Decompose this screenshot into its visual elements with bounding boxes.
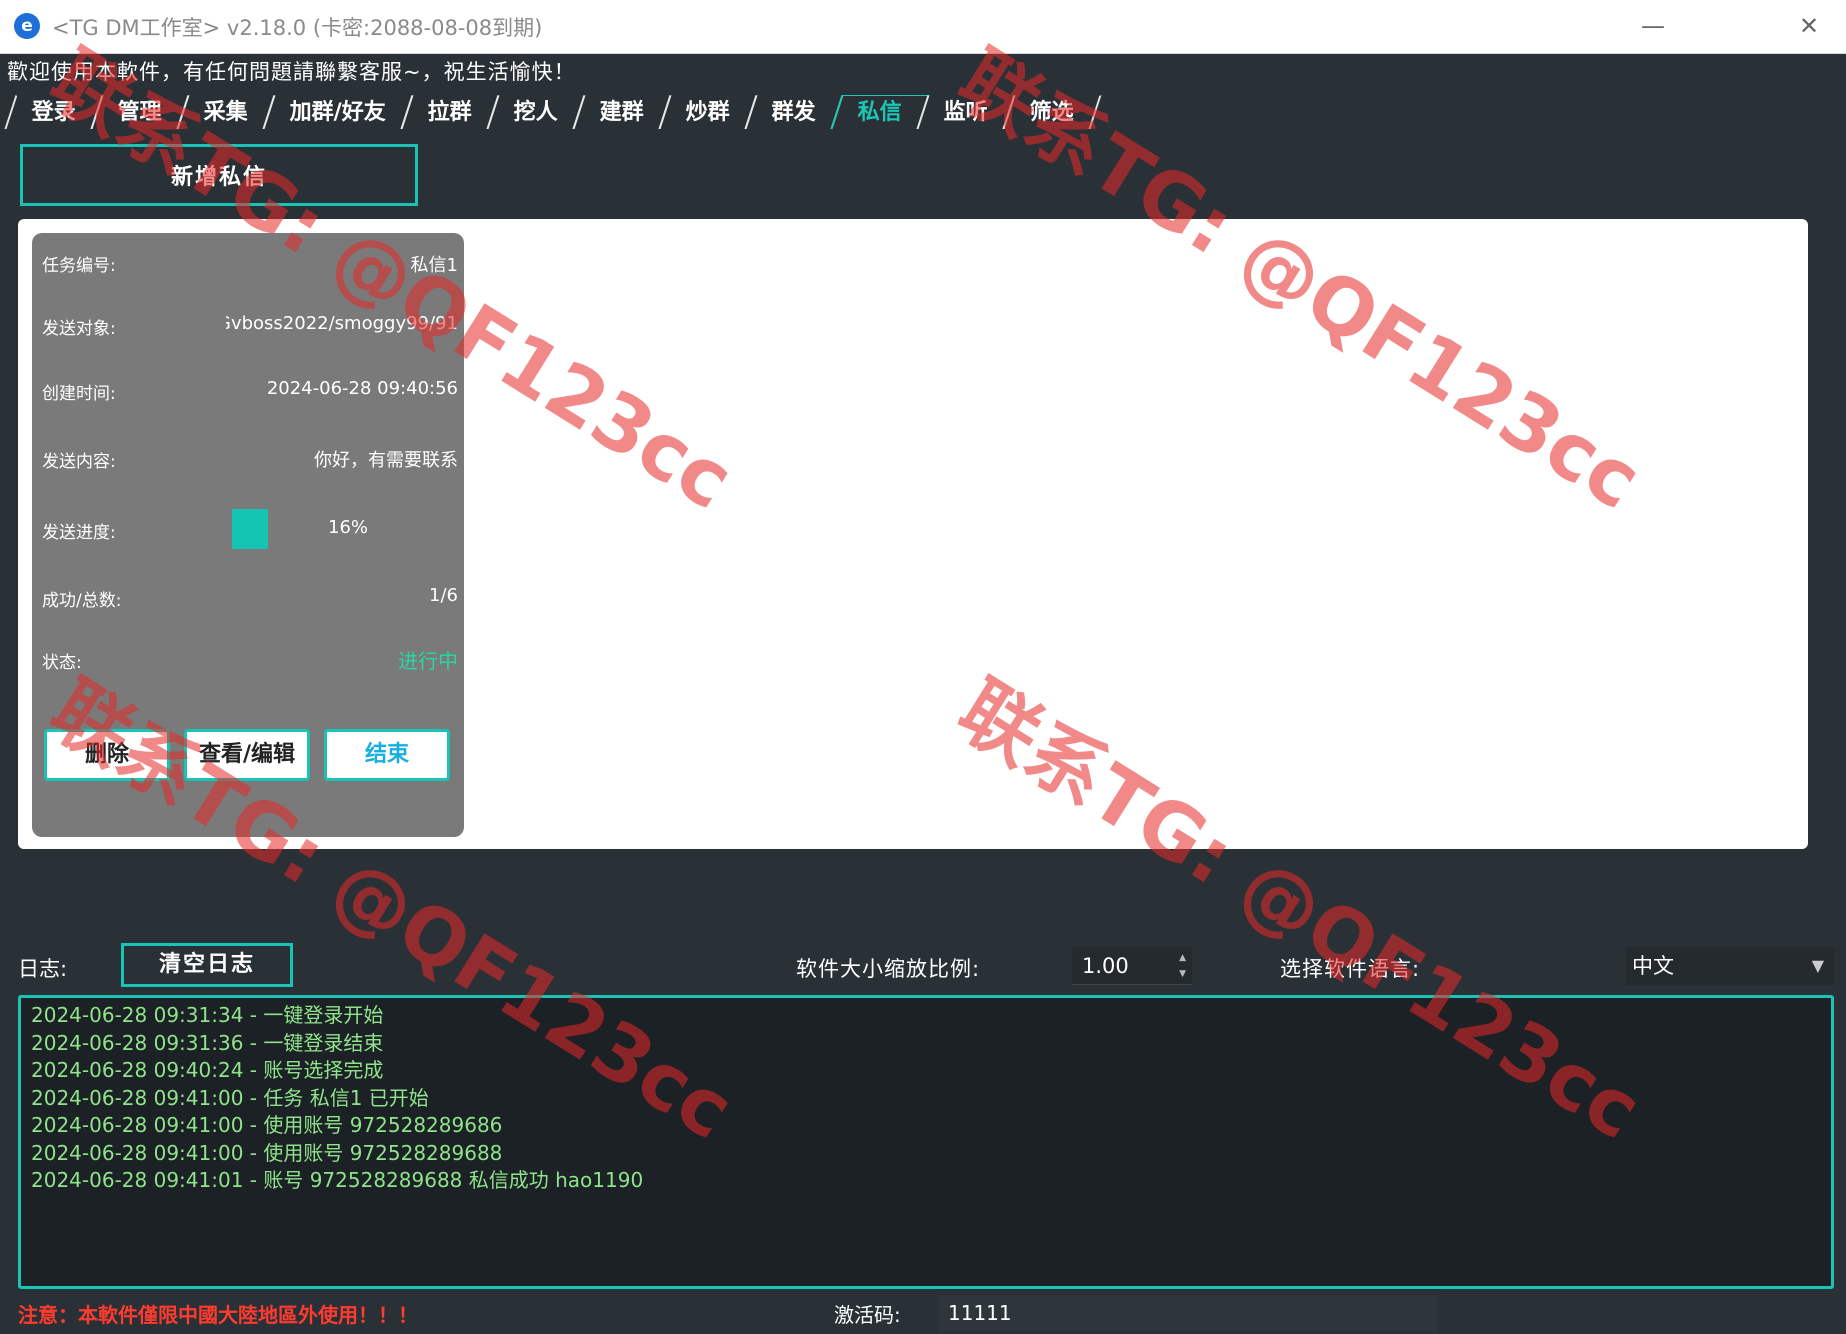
task-target-value: 91/Gvboss2022/smoggy99: [226, 313, 458, 334]
task-progress-label: 发送进度:: [42, 523, 116, 543]
tab-label: 挖人: [513, 100, 558, 125]
tab-collect[interactable]: 采集: [176, 95, 276, 129]
close-button[interactable]: ✕: [1781, 6, 1837, 46]
spin-up-icon[interactable]: ▲: [1179, 953, 1186, 963]
language-label: 选择软件语言:: [1280, 957, 1421, 981]
log-line: 2024-06-28 09:41:00 - 使用账号 972528289686: [31, 1113, 503, 1137]
tab-join-group-friend[interactable]: 加群/好友: [262, 95, 414, 129]
task-success-label: 成功/总数:: [42, 591, 122, 611]
task-card: 任务编号: 私信1 发送对象: 91/Gvboss2022/smoggy99 创…: [32, 233, 464, 837]
tab-label: 加群/好友: [289, 100, 386, 125]
task-progress-text: 16%: [328, 517, 369, 538]
tab-label: 建群: [599, 100, 644, 125]
log-line: 2024-06-28 09:31:34 - 一键登录开始: [31, 1003, 384, 1027]
view-edit-task-button[interactable]: 查看/编辑: [184, 729, 310, 781]
task-created-label: 创建时间:: [42, 384, 116, 404]
tab-dig-users[interactable]: 挖人: [486, 95, 586, 129]
tab-label: 登录: [31, 100, 76, 125]
window-title: <TG DM工作室> v2.18.0 (卡密:2088-08-08到期): [52, 16, 543, 40]
tab-label: 群发: [771, 100, 816, 125]
task-target-label: 发送对象:: [42, 319, 116, 339]
task-progress-fill: [232, 509, 268, 549]
chevron-down-icon: ▼: [1811, 956, 1824, 975]
new-dm-button[interactable]: 新增私信: [20, 144, 418, 206]
tab-label: 采集: [203, 100, 248, 125]
task-content-value: 你好，有需要联系: [314, 450, 458, 471]
log-output[interactable]: 2024-06-28 09:31:34 - 一键登录开始 2024-06-28 …: [18, 995, 1834, 1289]
log-line: 2024-06-28 09:40:24 - 账号选择完成: [31, 1058, 384, 1082]
task-content-label: 发送内容:: [42, 452, 116, 472]
task-status-label: 状态:: [42, 653, 82, 673]
task-id-label: 任务编号:: [42, 256, 116, 276]
tab-manage[interactable]: 管理: [90, 95, 190, 129]
activation-code-label: 激活码:: [834, 1303, 901, 1327]
app-logo-icon: e: [14, 13, 40, 39]
task-progress-bar: [232, 509, 268, 549]
tab-login[interactable]: 登录: [4, 95, 104, 129]
tab-label: 私信: [857, 100, 902, 125]
log-line: 2024-06-28 09:41:00 - 使用账号 972528289688: [31, 1140, 503, 1165]
spin-down-icon[interactable]: ▼: [1179, 969, 1186, 979]
tab-label: 筛选: [1029, 100, 1074, 125]
tab-group-send[interactable]: 群发: [744, 95, 844, 129]
tab-label: 炒群: [685, 100, 730, 125]
tab-create-group[interactable]: 建群: [572, 95, 672, 129]
task-status-value: 进行中: [398, 649, 458, 673]
clear-log-button[interactable]: 清空日志: [121, 943, 293, 987]
task-created-value: 2024-06-28 09:40:56: [266, 378, 458, 399]
minimize-button[interactable]: —: [1625, 6, 1681, 46]
task-id-value: 私信1: [410, 255, 458, 276]
title-bar: e <TG DM工作室> v2.18.0 (卡密:2088-08-08到期) —…: [0, 0, 1846, 54]
language-selected: 中文: [1632, 954, 1674, 978]
tab-label: 管理: [117, 100, 162, 125]
tab-direct-message[interactable]: 私信: [830, 95, 930, 129]
usage-notice: 注意：本軟件僅限中國大陸地區外使用！！！: [18, 1303, 418, 1327]
welcome-text: 歡迎使用本軟件，有任何問題請聯繫客服~，祝生活愉快！: [7, 60, 576, 84]
tab-monitor[interactable]: 监听: [916, 95, 1016, 129]
scale-label: 软件大小缩放比例:: [796, 957, 981, 981]
app-window: e <TG DM工作室> v2.18.0 (卡密:2088-08-08到期) —…: [0, 0, 1846, 1334]
task-success-value: 1/6: [429, 585, 458, 606]
log-line: 2024-06-28 09:41:00 - 任务 私信1 已开始: [31, 1085, 429, 1110]
main-tabs: 登录 管理 采集 加群/好友 拉群 挖人 建群 炒群 群发 私信 监听 筛选: [4, 95, 1102, 133]
end-task-button[interactable]: 结束: [324, 729, 450, 781]
log-line: 2024-06-28 09:41:01 - 账号 972528289688 私信…: [31, 1168, 644, 1192]
log-line: 2024-06-28 09:31:36 - 一键登录结束: [31, 1030, 384, 1055]
tab-hype-group[interactable]: 炒群: [658, 95, 758, 129]
tab-pull-group[interactable]: 拉群: [400, 95, 500, 129]
scale-spinbox[interactable]: 1.00 ▲ ▼: [1072, 947, 1192, 985]
tab-label: 监听: [943, 100, 988, 125]
language-select[interactable]: 中文 ▼: [1626, 947, 1834, 985]
tab-filter[interactable]: 筛选: [1002, 95, 1102, 129]
delete-task-button[interactable]: 删除: [44, 729, 170, 781]
activation-code-input[interactable]: 11111: [938, 1295, 1438, 1331]
log-label: 日志:: [18, 957, 68, 981]
tab-label: 拉群: [427, 100, 472, 125]
scale-value: 1.00: [1082, 954, 1129, 978]
